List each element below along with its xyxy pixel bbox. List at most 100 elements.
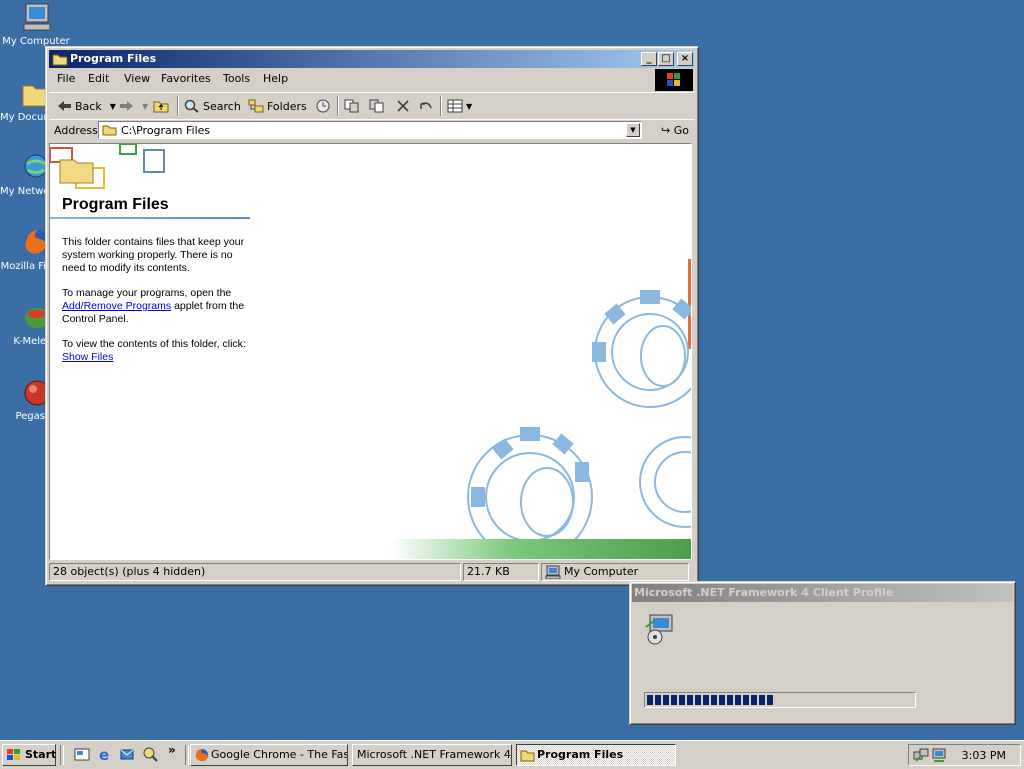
back-arrow-icon	[56, 99, 72, 113]
start-button[interactable]: Start	[2, 744, 56, 766]
move-to-icon	[344, 99, 360, 113]
status-size: 21.7 KB	[463, 563, 539, 581]
folders-button[interactable]: Folders	[248, 97, 307, 115]
menu-favorites[interactable]: Favorites	[155, 72, 217, 85]
computer-icon	[20, 2, 52, 34]
taskbar-button-chrome[interactable]: Google Chrome - The Fas...	[190, 744, 348, 766]
install-progress-bar	[644, 692, 916, 708]
progress-fill	[647, 695, 775, 705]
chevron-down-icon[interactable]: ▼	[110, 102, 116, 111]
manage-text-pre: To manage your programs, open the	[62, 287, 232, 299]
forward-arrow-icon	[119, 99, 135, 113]
folder-icon	[52, 52, 68, 66]
task-label: Google Chrome - The Fas...	[211, 748, 348, 761]
taskbar-button-dotnet-installer[interactable]: Microsoft .NET Framework 4 ...	[352, 744, 512, 766]
address-input[interactable]: C:\Program Files ▼	[98, 121, 642, 139]
status-zone-label: My Computer	[564, 565, 639, 578]
go-label: Go	[673, 124, 689, 137]
history-icon	[315, 99, 331, 113]
title-divider	[50, 217, 250, 219]
start-label: Start	[25, 748, 57, 761]
views-button[interactable]: ▼	[447, 97, 472, 115]
firefox-icon	[194, 748, 209, 762]
undo-icon	[417, 99, 433, 113]
page-title: Program Files	[62, 196, 169, 213]
taskbar-button-program-files[interactable]: Program Files	[516, 744, 676, 766]
installer-icon	[644, 613, 676, 648]
decorative-green-strip	[390, 539, 691, 559]
minimize-button[interactable]: _	[641, 52, 657, 66]
add-remove-programs-link[interactable]: Add/Remove Programs	[62, 300, 171, 312]
menu-help[interactable]: Help	[257, 72, 294, 85]
chevron-right-icon[interactable]: »	[168, 743, 176, 757]
toolbar: Back ▼ ▼ Search Folders ▼	[49, 92, 695, 120]
go-button[interactable]: ↪ Go	[661, 124, 689, 137]
menu-file[interactable]: File	[51, 72, 81, 85]
up-folder-icon	[153, 99, 169, 113]
menu-edit[interactable]: Edit	[82, 72, 115, 85]
network-connection-icon[interactable]	[913, 747, 929, 766]
menu-bar: File Edit View Favorites Tools Help	[49, 69, 695, 91]
outlook-express-icon[interactable]	[119, 746, 135, 762]
chevron-down-icon[interactable]: ▼	[142, 102, 148, 111]
folder-icon	[520, 748, 535, 762]
move-to-button[interactable]	[344, 97, 363, 115]
taskbar: Start e » Google Chrome - The Fas... Mic…	[0, 740, 1024, 769]
clock: 3:03 PM	[961, 749, 1006, 762]
maximize-button[interactable]: □	[658, 52, 674, 66]
show-files-link[interactable]: Show Files	[62, 351, 113, 363]
address-label: Address	[54, 124, 98, 137]
up-folder-button[interactable]	[153, 97, 172, 115]
back-label: Back	[75, 99, 102, 113]
go-arrow-icon: ↪	[661, 124, 671, 137]
dialog-title[interactable]: Microsoft .NET Framework 4 Client Profil…	[632, 584, 1013, 602]
manage-programs-text: To manage your programs, open the Add/Re…	[62, 287, 256, 326]
explorer-window: Program Files _ □ × File Edit View Favor…	[45, 46, 699, 586]
forward-button[interactable]: ▼	[119, 97, 148, 115]
address-value: C:\Program Files	[121, 124, 211, 137]
folder-banner-graphic	[50, 144, 165, 189]
search-label: Search	[203, 99, 241, 113]
windows-logo-icon	[655, 69, 693, 91]
window-title: Program Files	[70, 52, 157, 65]
status-zone: My Computer	[541, 563, 689, 581]
system-tray: 3:03 PM	[908, 744, 1021, 766]
address-bar: Address C:\Program Files ▼ ↪ Go	[49, 119, 695, 142]
svg-text:e: e	[99, 746, 109, 762]
delete-icon	[395, 99, 411, 113]
close-button[interactable]: ×	[677, 52, 693, 66]
windows-logo-icon	[6, 748, 22, 762]
folders-label: Folders	[267, 99, 307, 113]
menu-view[interactable]: View	[118, 72, 156, 85]
search-icon	[184, 99, 200, 113]
show-desktop-icon[interactable]	[74, 746, 90, 762]
history-button[interactable]	[315, 97, 334, 115]
back-button[interactable]: Back ▼	[56, 97, 116, 115]
chevron-down-icon[interactable]: ▼	[466, 102, 472, 111]
menu-tools[interactable]: Tools	[217, 72, 256, 85]
view-text-pre: To view the contents of this folder, cli…	[62, 338, 246, 350]
view-contents-text: To view the contents of this folder, cli…	[62, 338, 256, 364]
delete-button[interactable]	[395, 97, 414, 115]
folder-icon	[102, 124, 117, 136]
folder-description: This folder contains files that keep you…	[62, 236, 245, 274]
installer-dialog: Microsoft .NET Framework 4 Client Profil…	[629, 581, 1016, 725]
address-dropdown-button[interactable]: ▼	[626, 123, 640, 137]
task-label: Program Files	[537, 748, 624, 761]
window-titlebar[interactable]: Program Files _ □ ×	[49, 50, 695, 68]
internet-explorer-icon[interactable]: e	[97, 746, 113, 764]
computer-icon	[545, 565, 561, 584]
desktop-icon-my-computer[interactable]: My Computer	[0, 2, 72, 48]
copy-to-button[interactable]	[369, 97, 388, 115]
installer-tray-icon[interactable]	[931, 747, 947, 766]
gears-watermark-graphic	[467, 290, 691, 559]
search-icon[interactable]	[142, 746, 158, 762]
undo-button[interactable]	[417, 97, 436, 115]
views-icon	[447, 99, 463, 113]
task-label: Microsoft .NET Framework 4 ...	[357, 748, 512, 761]
folder-content-pane: Program Files This folder contains files…	[49, 143, 692, 560]
search-button[interactable]: Search	[184, 97, 241, 115]
status-object-count: 28 object(s) (plus 4 hidden)	[49, 563, 461, 581]
copy-to-icon	[369, 99, 385, 113]
status-bar: 28 object(s) (plus 4 hidden) 21.7 KB My …	[49, 563, 695, 581]
